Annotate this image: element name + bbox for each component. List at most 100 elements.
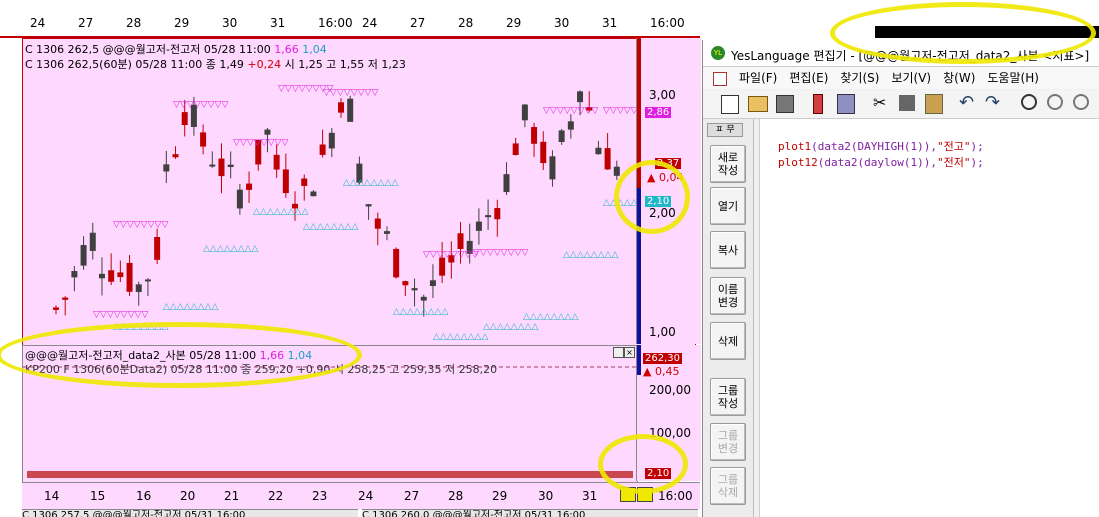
highlight-price-labels [614,160,690,234]
candle-body [273,154,280,170]
rename-button[interactable]: 이름 변경 [710,277,746,315]
delete-group-button[interactable]: 그룹 삭제 [710,467,746,505]
high-marker: ▽▽▽▽▽▽▽▽ [473,248,528,258]
code-line-2: plot12(data2(daylow(1)),"전저"); [778,156,984,169]
copy-icon[interactable] [899,95,915,111]
x-date-2: 16 [136,489,152,503]
candle-body [549,156,556,180]
menu-item-4[interactable]: 창(W) [943,71,975,85]
candle-body [209,164,216,167]
candle-body [163,164,170,172]
candle-body [246,183,253,190]
info-line-2: C 1306 262,5(60분) 05/28 11:00 종 1,49 +0,… [25,58,406,71]
candle-body [108,270,115,282]
x-date-10: 29 [492,489,508,503]
high-marker: ▽▽▽▽▽▽▽▽ [323,88,378,98]
cut-icon[interactable]: ✂ [873,94,886,112]
candle-body [475,221,482,231]
candlestick-chart: ▽▽▽▽▽▽▽▽ ▽▽▽▽▽▽▽▽ ▽▽▽▽▽▽▽▽ ▽▽▽▽▽▽▽▽ ▽▽▽▽▽▽▽▽… [53,84,658,342]
candle-body [89,232,96,251]
candle-body [181,112,188,126]
top-left-date-1: 27 [78,16,94,30]
main-chart-pane[interactable]: ▽▽▽▽▽▽▽▽ ▽▽▽▽▽▽▽▽ ▽▽▽▽▽▽▽▽ ▽▽▽▽▽▽▽▽ ▽▽▽▽▽▽▽▽… [22,38,696,346]
candle-body [218,158,225,177]
menu-item-1[interactable]: 편집(E) [789,71,828,85]
minimize-pane-icon[interactable] [613,347,624,358]
candle-body [227,164,234,168]
top-right-date-3: 29 [506,16,522,30]
candle-body [282,169,289,194]
menu-item-3[interactable]: 보기(V) [891,71,931,85]
top-right-date-5: 31 [602,16,618,30]
create-group-button[interactable]: 그룹 작성 [710,378,746,416]
candle-body [494,208,501,220]
x-axis: 14 15 16 20 21 22 23 24 27 28 29 30 31 16:00 [22,482,700,509]
candle-body [264,129,271,135]
candle-body [485,215,492,218]
low-marker: △△△△△△△△ [343,178,398,188]
code-editor[interactable] [759,119,1099,517]
candle-body [236,189,243,209]
candle-body [503,174,510,193]
top-right-date-2: 28 [458,16,474,30]
menu-item-0[interactable]: 파일(F) [739,71,777,85]
highlight-lower-price [598,434,688,494]
open-folder-icon[interactable] [748,96,768,112]
high-marker: ▽▽▽▽▽▽▽▽ [173,100,228,110]
redo-icon[interactable]: ↷ [985,92,1000,114]
candle-body [62,297,69,300]
chart-menu-icon [713,72,727,86]
low-marker: △△△△△△△△ [303,222,358,232]
candle-body [420,296,427,301]
candle-body [567,121,574,130]
low-marker: △△△△△△△△ [253,207,308,217]
high-marker: ▽▽▽▽▽▽▽▽ [233,138,288,148]
find-icon[interactable] [1021,94,1037,110]
x-date-5: 22 [268,489,284,503]
compile-icon[interactable] [813,94,823,114]
paste-icon[interactable] [925,94,943,114]
candle-body [347,98,354,122]
close-pane-icon[interactable]: × [624,347,635,358]
bottom-tab-left[interactable]: C 1306 257,5 @@@월고저-전고저 05/31 16:00 [22,509,358,517]
x-date-0: 14 [44,489,60,503]
top-axis-strip: 24 27 28 29 30 31 16:00 24 27 28 29 30 31 16:00 [0,0,700,38]
high-marker: ▽▽▽▽▽▽▽▽ [543,106,598,116]
low-marker: △△△△△△△△ [563,250,618,260]
lower-y-tick-200: 200,00 [649,383,691,397]
low-marker: △△△△△△△△ [523,312,578,322]
sidebar-header[interactable]: ㅍ 무 [707,123,743,137]
app-logo-icon: YL [711,46,725,60]
candle-body [439,257,446,276]
delete-button[interactable]: 삭제 [710,322,746,360]
change-group-button[interactable]: 그룹 변경 [710,423,746,461]
copy-button[interactable]: 복사 [710,231,746,269]
info-line-1: C 1306 262,5 @@@월고저-전고저 05/28 11:00 1,66… [25,43,327,56]
candle-body [595,147,602,155]
new-script-button[interactable]: 새로 작성 [710,145,746,183]
editor-menu-bar: 파일(F) 편집(E) 찾기(S) 보기(V) 창(W) 도움말(H) [703,67,1099,89]
candle-body [393,248,400,278]
candle-body [531,127,538,144]
highlight-lower-title [0,322,362,388]
replace-icon[interactable] [1073,94,1089,110]
save-icon[interactable] [776,95,794,113]
find-next-icon[interactable] [1047,94,1063,110]
x-date-8: 27 [404,489,420,503]
bottom-tab-right[interactable]: C 1306 260,0 @@@월고저-전고저 05/31 16:00 [362,509,698,517]
menu-item-2[interactable]: 찾기(S) [840,71,879,85]
x-date-1: 15 [90,489,106,503]
undo-icon[interactable]: ↶ [959,92,974,114]
new-file-icon[interactable] [721,95,739,114]
candle-body [71,271,78,278]
open-button[interactable]: 열기 [710,187,746,225]
candle-body [338,102,344,113]
menu-item-5[interactable]: 도움말(H) [987,71,1039,85]
verify-icon[interactable] [837,94,855,114]
top-right-date-1: 27 [410,16,426,30]
candle-body [540,141,547,164]
yeslanguage-editor-window[interactable]: YL YesLanguage 편집기 - [@@@월고저-전고저_data2_사… [702,40,1099,517]
x-date-12: 31 [582,489,598,503]
y-tick-3: 3,00 [649,88,676,102]
code-line-1: plot1(data2(DAYHIGH(1)),"전고"); [778,140,984,153]
